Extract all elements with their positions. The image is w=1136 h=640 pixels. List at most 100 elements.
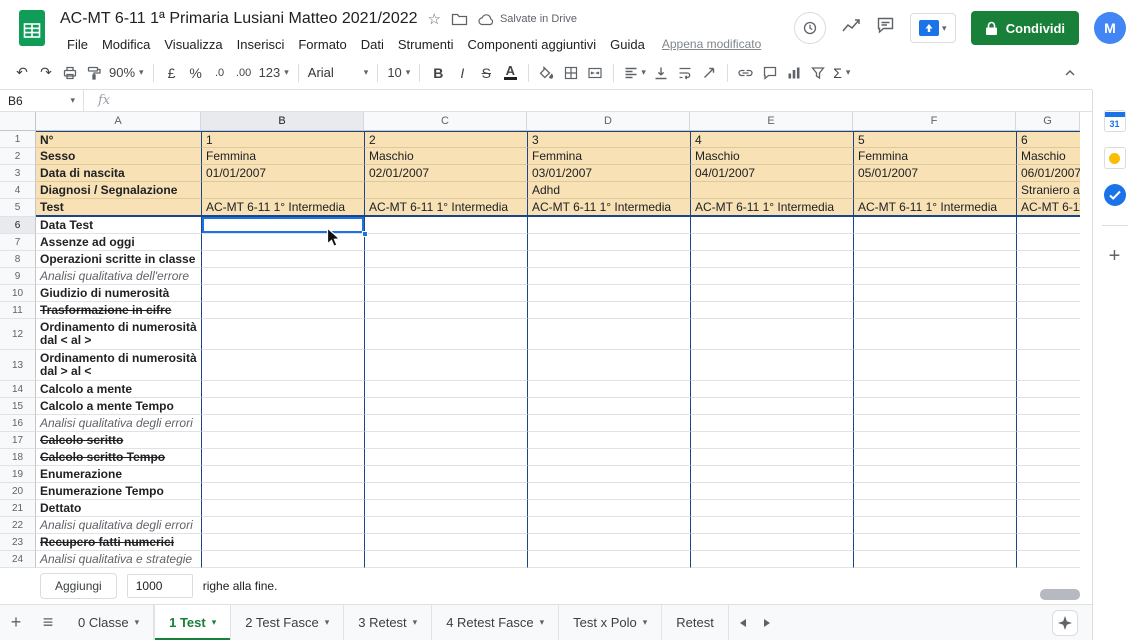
- menu-inserisci[interactable]: Inserisci: [230, 35, 292, 54]
- font-select[interactable]: Arial ▾: [305, 61, 372, 85]
- cell-B16[interactable]: [201, 415, 364, 432]
- menu-guida[interactable]: Guida: [603, 35, 652, 54]
- decrease-decimal-button[interactable]: .0: [208, 61, 232, 85]
- cell-A22[interactable]: Analisi qualitativa degli errori: [36, 517, 201, 534]
- cell-A18[interactable]: Calcolo scritto Tempo: [36, 449, 201, 466]
- comments-icon[interactable]: [876, 16, 895, 40]
- insert-comment-button[interactable]: [758, 61, 782, 85]
- move-folder-icon[interactable]: [451, 12, 468, 27]
- cell-A16[interactable]: Analisi qualitativa degli errori: [36, 415, 201, 432]
- cell-A1[interactable]: N°: [36, 131, 201, 148]
- cell-A10[interactable]: Giudizio di numerosità: [36, 285, 201, 302]
- cell-F15[interactable]: [853, 398, 1016, 415]
- cell-B19[interactable]: [201, 466, 364, 483]
- cell-D15[interactable]: [527, 398, 690, 415]
- menu-visualizza[interactable]: Visualizza: [157, 35, 229, 54]
- sheet-tab-4-retest-fasce[interactable]: 4 Retest Fasce ▾: [432, 604, 560, 640]
- sheet-tab-menu-icon[interactable]: ▾: [212, 617, 217, 628]
- cell-D8[interactable]: [527, 251, 690, 268]
- cell-D3[interactable]: 03/01/2007: [527, 165, 690, 182]
- cell-F11[interactable]: [853, 302, 1016, 319]
- cell-G22[interactable]: [1016, 517, 1080, 534]
- cell-A5[interactable]: Test: [36, 199, 201, 217]
- cell-C15[interactable]: [364, 398, 527, 415]
- share-button[interactable]: Condividi: [970, 11, 1079, 45]
- cell-A14[interactable]: Calcolo a mente: [36, 381, 201, 398]
- cell-E18[interactable]: [690, 449, 853, 466]
- formula-input[interactable]: [110, 90, 1092, 111]
- cell-F21[interactable]: [853, 500, 1016, 517]
- present-button[interactable]: ▾: [909, 13, 956, 43]
- star-icon[interactable]: ☆: [428, 12, 441, 27]
- cell-G8[interactable]: [1016, 251, 1080, 268]
- row-header-17[interactable]: 17: [0, 432, 36, 449]
- document-title[interactable]: AC-MT 6-11 1ª Primaria Lusiani Matteo 20…: [60, 10, 418, 28]
- row-header-8[interactable]: 8: [0, 251, 36, 268]
- cell-F1[interactable]: 5: [853, 131, 1016, 148]
- cell-C13[interactable]: [364, 350, 527, 381]
- cell-D12[interactable]: [527, 319, 690, 350]
- row-header-22[interactable]: 22: [0, 517, 36, 534]
- row-header-9[interactable]: 9: [0, 268, 36, 285]
- cell-A24[interactable]: Analisi qualitativa e strategie: [36, 551, 201, 568]
- all-sheets-button[interactable]: ≡: [32, 605, 64, 640]
- filter-button[interactable]: [806, 61, 830, 85]
- cell-E3[interactable]: 04/01/2007: [690, 165, 853, 182]
- cell-A20[interactable]: Enumerazione Tempo: [36, 483, 201, 500]
- cell-B22[interactable]: [201, 517, 364, 534]
- cell-D24[interactable]: [527, 551, 690, 568]
- cell-E6[interactable]: [690, 217, 853, 234]
- cell-D9[interactable]: [527, 268, 690, 285]
- cell-F4[interactable]: [853, 182, 1016, 199]
- sheet-tab-2-test-fasce[interactable]: 2 Test Fasce ▾: [231, 604, 345, 640]
- cell-C16[interactable]: [364, 415, 527, 432]
- cell-E23[interactable]: [690, 534, 853, 551]
- cell-C17[interactable]: [364, 432, 527, 449]
- cell-F6[interactable]: [853, 217, 1016, 234]
- functions-button[interactable]: Σ ▾: [830, 61, 854, 85]
- column-header-e[interactable]: E: [690, 112, 853, 131]
- column-header-b[interactable]: B: [201, 112, 364, 131]
- percent-format-button[interactable]: %: [184, 61, 208, 85]
- vertical-align-button[interactable]: [649, 61, 673, 85]
- cell-C4[interactable]: [364, 182, 527, 199]
- sheet-tab-1-test[interactable]: 1 Test ▾: [154, 604, 232, 640]
- cell-E7[interactable]: [690, 234, 853, 251]
- cell-E22[interactable]: [690, 517, 853, 534]
- menu-componenti-aggiuntivi[interactable]: Componenti aggiuntivi: [461, 35, 604, 54]
- cell-D4[interactable]: Adhd: [527, 182, 690, 199]
- strikethrough-button[interactable]: S: [474, 61, 498, 85]
- calendar-icon[interactable]: 31: [1103, 110, 1126, 132]
- explore-button[interactable]: [1052, 609, 1078, 636]
- cell-C19[interactable]: [364, 466, 527, 483]
- cell-G9[interactable]: [1016, 268, 1080, 285]
- cell-G23[interactable]: [1016, 534, 1080, 551]
- cell-B15[interactable]: [201, 398, 364, 415]
- fill-color-button[interactable]: [535, 61, 559, 85]
- cell-B9[interactable]: [201, 268, 364, 285]
- cell-C14[interactable]: [364, 381, 527, 398]
- cell-A15[interactable]: Calcolo a mente Tempo: [36, 398, 201, 415]
- cell-D11[interactable]: [527, 302, 690, 319]
- zoom-select[interactable]: 90% ▾: [106, 61, 147, 85]
- row-header-10[interactable]: 10: [0, 285, 36, 302]
- insert-chart-button[interactable]: [782, 61, 806, 85]
- cell-A19[interactable]: Enumerazione: [36, 466, 201, 483]
- cell-A13[interactable]: Ordinamento di numerosità dal > al <: [36, 350, 201, 381]
- cell-D21[interactable]: [527, 500, 690, 517]
- cell-G13[interactable]: [1016, 350, 1080, 381]
- paint-format-button[interactable]: [82, 61, 106, 85]
- cell-C2[interactable]: Maschio: [364, 148, 527, 165]
- column-header-a[interactable]: A: [36, 112, 201, 131]
- cell-A8[interactable]: Operazioni scritte in classe: [36, 251, 201, 268]
- hide-toolbar-button[interactable]: [1058, 61, 1082, 85]
- row-header-1[interactable]: 1: [0, 131, 36, 148]
- add-sheet-button[interactable]: +: [0, 605, 32, 640]
- cell-B10[interactable]: [201, 285, 364, 302]
- cell-C7[interactable]: [364, 234, 527, 251]
- cell-E19[interactable]: [690, 466, 853, 483]
- tasks-icon[interactable]: [1103, 184, 1126, 206]
- cell-E20[interactable]: [690, 483, 853, 500]
- cell-D16[interactable]: [527, 415, 690, 432]
- cell-G14[interactable]: [1016, 381, 1080, 398]
